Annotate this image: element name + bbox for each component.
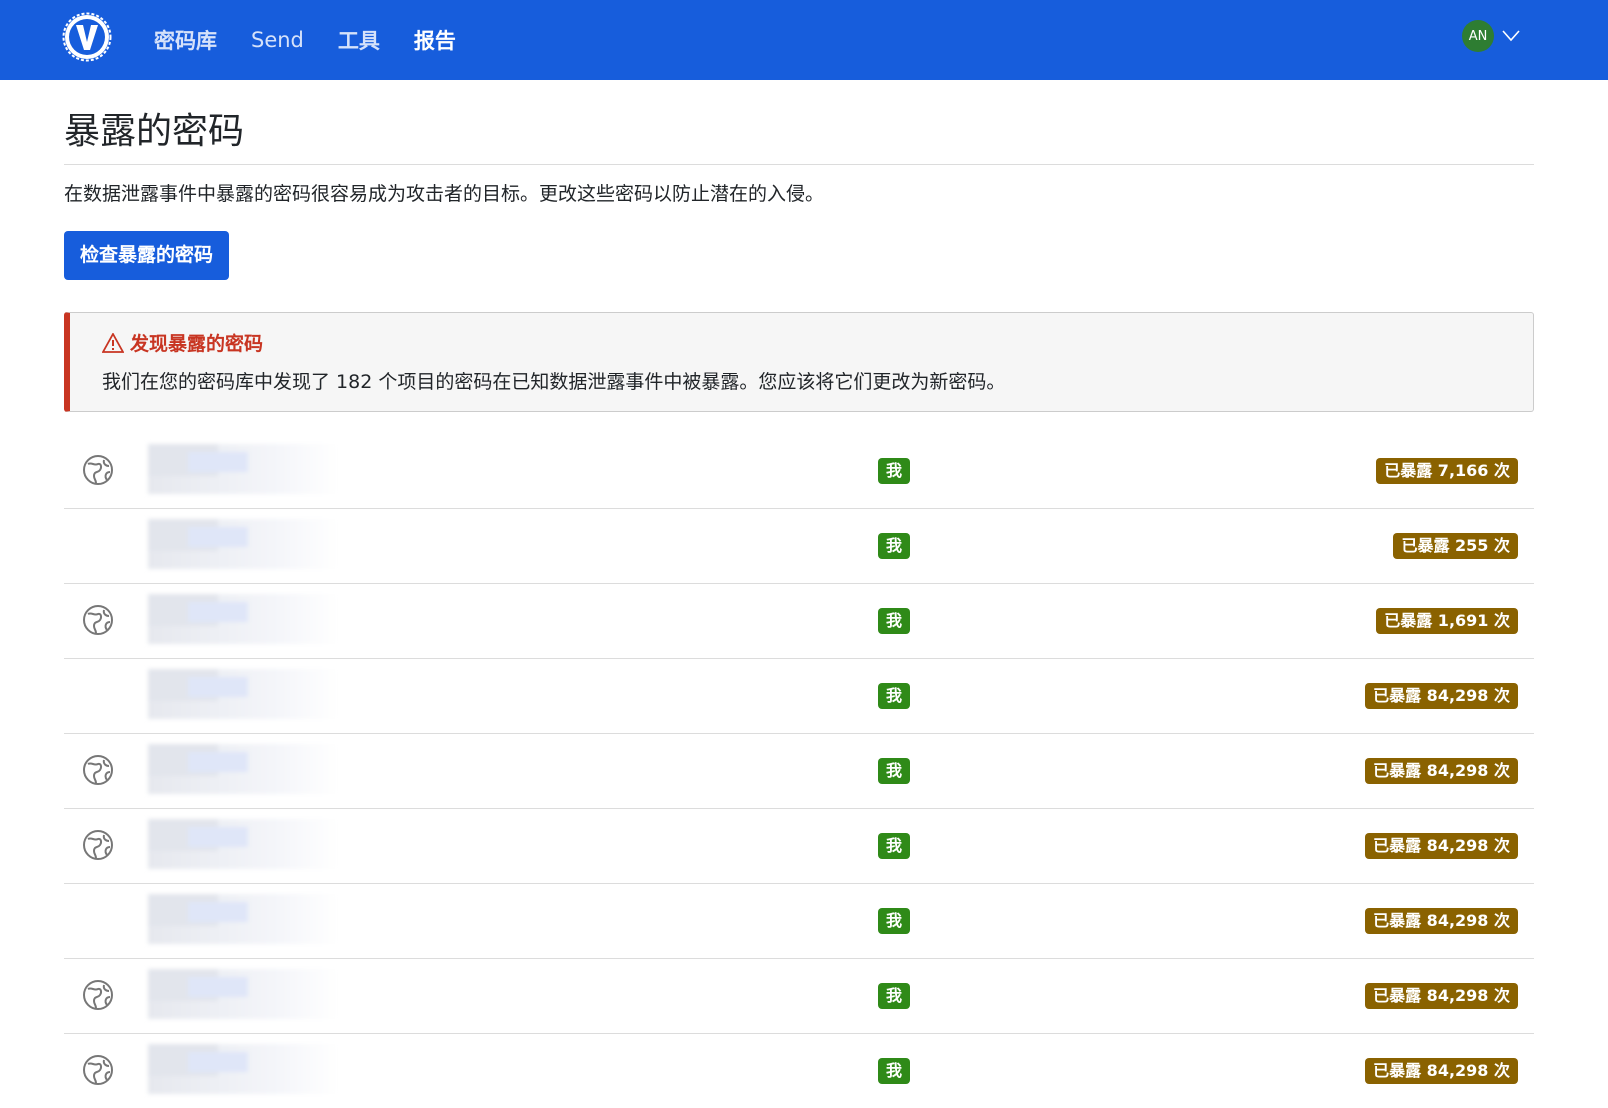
exposed-count-badge: 已暴露 84,298 次: [1365, 1058, 1518, 1084]
avatar[interactable]: AN: [1462, 20, 1494, 52]
exposed-count-badge: 已暴露 84,298 次: [1365, 908, 1518, 934]
list-item: 我 已暴露 84,298 次: [64, 884, 1534, 959]
owner-badge: 我: [878, 608, 910, 634]
alert-title: 发现暴露的密码: [102, 329, 263, 356]
alert-body: 我们在您的密码库中发现了 182 个项目的密码在已知数据泄露事件中被暴露。您应该…: [102, 371, 1006, 393]
owner-badge: 我: [878, 458, 910, 484]
account-menu[interactable]: AN: [1462, 20, 1520, 52]
list-item: 我 已暴露 7,166 次: [64, 434, 1534, 509]
owner-badge: 我: [878, 683, 910, 709]
warning-icon: [102, 332, 124, 353]
nav-send[interactable]: Send: [251, 28, 304, 52]
list-item: 我 已暴露 84,298 次: [64, 734, 1534, 809]
item-name-redacted[interactable]: [148, 894, 338, 944]
list-item: 我 已暴露 84,298 次: [64, 659, 1534, 734]
globe-icon: [83, 755, 113, 785]
item-name-redacted[interactable]: [148, 594, 338, 644]
check-exposed-passwords-button[interactable]: 检查暴露的密码: [64, 231, 230, 280]
main-content: 暴露的密码 在数据泄露事件中暴露的密码很容易成为攻击者的目标。更改这些密码以防止…: [64, 80, 1534, 1108]
nav-tools[interactable]: 工具: [338, 25, 380, 55]
owner-badge: 我: [878, 533, 910, 559]
exposed-count-badge: 已暴露 1,691 次: [1376, 608, 1518, 634]
alert-title-text: 发现暴露的密码: [130, 333, 264, 355]
nav-reports[interactable]: 报告: [414, 25, 456, 55]
owner-badge: 我: [878, 758, 910, 784]
globe-icon: [83, 980, 113, 1010]
list-item: 我 已暴露 84,298 次: [64, 1034, 1534, 1108]
list-item: 我 已暴露 1,691 次: [64, 584, 1534, 659]
item-name-redacted[interactable]: [148, 669, 338, 719]
owner-badge: 我: [878, 983, 910, 1009]
exposed-count-badge: 已暴露 84,298 次: [1365, 833, 1518, 859]
page-title: 暴露的密码: [64, 110, 1534, 165]
item-name-redacted[interactable]: [148, 969, 338, 1019]
page-description: 在数据泄露事件中暴露的密码很容易成为攻击者的目标。更改这些密码以防止潜在的入侵。: [64, 183, 825, 205]
logo-icon[interactable]: [62, 12, 112, 62]
globe-icon: [83, 1055, 113, 1085]
nav-links: 密码库 Send 工具 报告: [154, 0, 490, 80]
exposed-count-badge: 已暴露 255 次: [1393, 533, 1518, 559]
item-name-redacted[interactable]: [148, 819, 338, 869]
owner-badge: 我: [878, 908, 910, 934]
exposed-count-badge: 已暴露 84,298 次: [1365, 983, 1518, 1009]
item-name-redacted[interactable]: [148, 744, 338, 794]
globe-icon: [83, 605, 113, 635]
top-navbar: 密码库 Send 工具 报告 AN: [0, 0, 1608, 80]
owner-badge: 我: [878, 1058, 910, 1084]
item-name-redacted[interactable]: [148, 444, 338, 494]
item-name-redacted[interactable]: [148, 519, 338, 569]
exposed-count-badge: 已暴露 84,298 次: [1365, 683, 1518, 709]
exposed-alert: 发现暴露的密码 我们在您的密码库中发现了 182 个项目的密码在已知数据泄露事件…: [64, 312, 1534, 412]
exposed-items-list: 我 已暴露 7,166 次 我 已暴露 255 次 我 已暴露 1,691 次 …: [64, 434, 1534, 1108]
list-item: 我 已暴露 84,298 次: [64, 959, 1534, 1034]
owner-badge: 我: [878, 833, 910, 859]
chevron-down-icon[interactable]: [1502, 30, 1520, 42]
list-item: 我 已暴露 255 次: [64, 509, 1534, 584]
nav-vault[interactable]: 密码库: [154, 25, 217, 55]
globe-icon: [83, 830, 113, 860]
exposed-count-badge: 已暴露 84,298 次: [1365, 758, 1518, 784]
list-item: 我 已暴露 84,298 次: [64, 809, 1534, 884]
exposed-count-badge: 已暴露 7,166 次: [1376, 458, 1518, 484]
globe-icon: [83, 455, 113, 485]
item-name-redacted[interactable]: [148, 1044, 338, 1094]
